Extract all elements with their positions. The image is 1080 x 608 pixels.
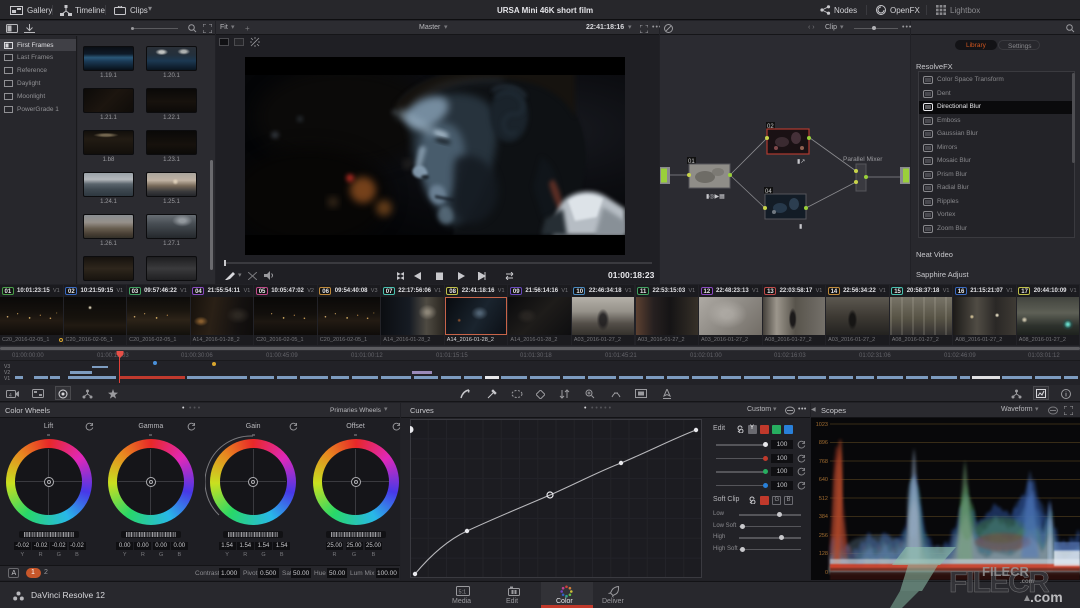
svg-text:▮◎▶▦: ▮◎▶▦ <box>706 194 725 200</box>
svg-text:.com: .com <box>1030 589 1063 605</box>
svg-text:.com: .com <box>1020 579 1034 585</box>
svg-text:▮↗: ▮↗ <box>797 159 805 165</box>
svg-text:4: 4 <box>9 393 12 398</box>
svg-text:384: 384 <box>819 514 828 520</box>
svg-text:640: 640 <box>819 477 828 483</box>
svg-text:128: 128 <box>819 551 828 557</box>
svg-text:768: 768 <box>819 459 828 465</box>
svg-text:FILECR: FILECR <box>982 564 1030 579</box>
svg-text:1023: 1023 <box>816 422 828 428</box>
svg-text:▮: ▮ <box>799 224 802 230</box>
svg-text:256: 256 <box>819 533 828 539</box>
svg-text:0: 0 <box>825 570 828 576</box>
svg-text:512: 512 <box>819 496 828 502</box>
svg-text:896: 896 <box>819 440 828 446</box>
svg-text:5:1: 5:1 <box>459 590 467 596</box>
svg-text:Parallel Mixer: Parallel Mixer <box>843 156 883 163</box>
